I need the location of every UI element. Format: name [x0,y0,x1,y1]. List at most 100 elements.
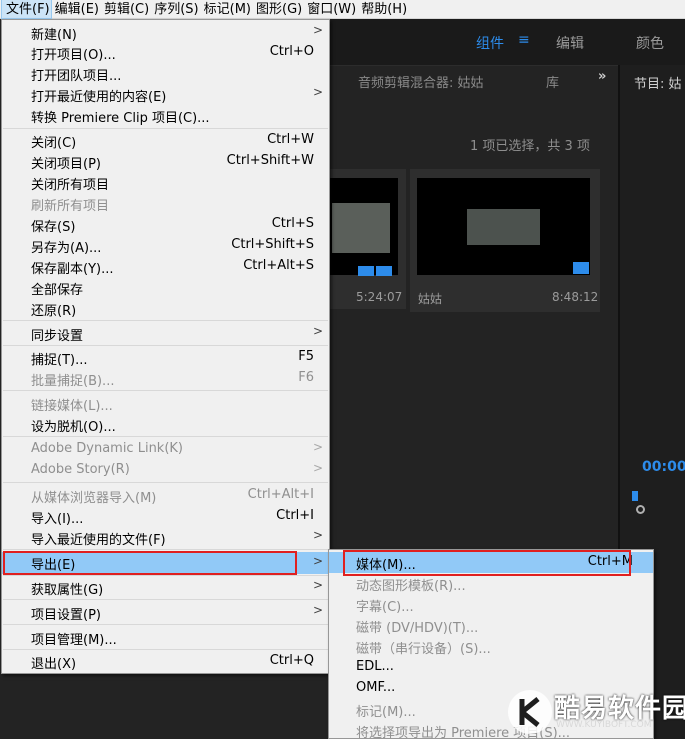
menu-markers[interactable]: 标记(M) [200,0,252,18]
menu-item-shortcut: F6 [298,370,314,385]
menu-separator [3,436,328,437]
watermark: 酷易软件园 WWW.KUYIBOFT.COM [508,686,685,739]
menu-item-shortcut: Ctrl+W [267,132,314,147]
clip-item[interactable]: 5:24:07 [330,169,406,309]
menu-item-label: 关闭所有项目 [31,178,110,193]
menu-item-exit[interactable]: 退出(X) Ctrl+Q [2,652,329,672]
menu-item-make-offline[interactable]: 设为脱机(O)... [2,415,329,435]
menu-separator [3,390,328,391]
file-menu: 新建(N) > 打开项目(O)... Ctrl+O 打开团队项目... 打开最近使用… [1,19,330,674]
menu-item-label: 保存(S) [31,220,76,235]
tab-libraries[interactable]: 库 [546,72,559,91]
menu-item-capture[interactable]: 捕捉(T)... F5 [2,348,329,368]
menu-item-save-copy[interactable]: 保存副本(Y)... Ctrl+Alt+S [2,257,329,277]
menu-item-label: 关闭(C) [31,136,77,151]
tab-audio-clip-mixer[interactable]: 音频剪辑混合器: 姑姑 [358,72,484,91]
menu-item-label: 打开项目(O)... [31,48,116,63]
menu-item-label: 批量捕捉(B)... [31,374,115,389]
menu-clip[interactable]: 剪辑(C) [100,0,150,18]
menu-item-shortcut: Ctrl+Alt+S [243,258,314,273]
tab-assembly[interactable]: 组件 [476,33,504,53]
menu-item-import-from-browser: 从媒体浏览器导入(M) Ctrl+Alt+I [2,486,329,506]
menu-item-close-project[interactable]: 关闭项目(P) Ctrl+Shift+W [2,152,329,172]
submenu-item-tape-serial: 磁带（串行设备）(S)... [329,636,653,657]
menu-item-label: 导入最近使用的文件(F) [31,533,166,548]
submenu-item-label: 标记(M)... [356,705,416,720]
menu-item-save[interactable]: 保存(S) Ctrl+S [2,215,329,235]
menu-item-shortcut: Ctrl+Shift+W [226,153,314,168]
menu-item-save-all[interactable]: 全部保存 [2,278,329,298]
menu-item-shortcut: Ctrl+O [269,44,314,59]
submenu-arrow-icon: > [312,461,323,475]
menu-item-label: 转换 Premiere Clip 项目(C)... [31,111,210,126]
menu-item-import-recent-file[interactable]: 导入最近使用的文件(F) > [2,528,329,548]
menu-item-label: 关闭项目(P) [31,157,101,172]
annotation-box-export [3,551,297,575]
clip-item[interactable]: 姑姑 8:48:12 [410,169,600,312]
menu-item-get-properties[interactable]: 获取属性(G) > [2,578,329,598]
menu-item-revert[interactable]: 还原(R) [2,299,329,319]
audio-badge-icon [376,266,392,276]
menu-item-save-as[interactable]: 另存为(A)... Ctrl+Shift+S [2,236,329,256]
menu-separator [3,575,328,576]
menu-graphics[interactable]: 图形(G) [252,0,303,18]
menu-edit[interactable]: 编辑(E) [51,0,100,18]
menu-window[interactable]: 窗口(W) [303,0,357,18]
menu-item-new[interactable]: 新建(N) > [2,23,329,43]
menu-item-shortcut: F5 [298,349,314,364]
menu-item-label: 打开最近使用的内容(E) [31,90,167,105]
program-timecode[interactable]: 00:00 [642,459,685,475]
submenu-item-label: 字幕(C)... [356,600,414,615]
panel-overflow-icon[interactable]: » [598,69,606,84]
menu-item-import[interactable]: 导入(I)... Ctrl+I [2,507,329,527]
menu-file[interactable]: 文件(F) [1,0,52,19]
menu-item-label: 还原(R) [31,304,77,319]
submenu-item-label: 磁带（串行设备）(S)... [356,642,491,657]
menu-item-dynamic-link: Adobe Dynamic Link(K) > [2,440,329,460]
menu-separator [3,624,328,625]
menu-item-label: 获取属性(G) [31,583,104,598]
submenu-item-edl[interactable]: EDL... [329,657,653,678]
menu-item-project-settings[interactable]: 项目设置(P) > [2,603,329,623]
submenu-item-motion-graphics-template: 动态图形模板(R)... [329,573,653,594]
menu-separator [3,320,328,321]
sequence-badge-icon [573,262,589,274]
tab-editing[interactable]: 编辑 [556,33,584,53]
menu-item-shortcut: Ctrl+S [271,216,314,231]
menu-item-label: 链接媒体(L)... [31,399,113,414]
clip-duration: 5:24:07 [356,290,403,304]
menu-item-close-all-projects[interactable]: 关闭所有项目 [2,173,329,193]
menu-item-shortcut: Ctrl+Shift+S [231,237,314,252]
workspace-menu-icon[interactable]: ≡ [518,32,530,48]
menu-sequence[interactable]: 序列(S) [150,0,199,18]
video-badge-icon [358,266,374,276]
menu-item-label: 全部保存 [31,283,84,298]
menu-item-open-recent[interactable]: 打开最近使用的内容(E) > [2,85,329,105]
tab-program-monitor[interactable]: 节目: 姑 [634,73,682,92]
submenu-item-tape-dv-hdv: 磁带 (DV/HDV)(T)... [329,615,653,636]
menu-item-label: 刷新所有项目 [31,199,110,214]
zoom-handle[interactable] [636,505,645,514]
submenu-arrow-icon: > [312,23,323,37]
submenu-item-label: 磁带 (DV/HDV)(T)... [356,621,479,636]
menu-item-label: Adobe Story(R) [31,462,130,477]
menu-item-convert-clip[interactable]: 转换 Premiere Clip 项目(C)... [2,106,329,126]
menu-item-open-project[interactable]: 打开项目(O)... Ctrl+O [2,43,329,63]
clip-duration: 8:48:12 [552,290,599,304]
playhead-icon[interactable] [632,491,638,501]
menu-item-project-manager[interactable]: 项目管理(M)... [2,628,329,648]
menu-separator [3,599,328,600]
menu-item-label: 设为脱机(O)... [31,420,116,435]
submenu-arrow-icon: > [312,85,323,99]
menu-item-sync-settings[interactable]: 同步设置 > [2,324,329,344]
tab-color[interactable]: 颜色 [636,33,664,53]
menu-item-close[interactable]: 关闭(C) Ctrl+W [2,131,329,151]
menu-help[interactable]: 帮助(H) [357,0,408,18]
submenu-item-label: OMF... [356,680,396,695]
clip-name: 姑姑 [418,292,443,306]
annotation-box-media [343,550,631,576]
submenu-item-label: 动态图形模板(R)... [356,579,466,594]
menu-item-label: 导入(I)... [31,512,84,527]
menu-item-open-team-project[interactable]: 打开团队项目... [2,64,329,84]
menu-item-shortcut: Ctrl+I [276,508,314,523]
